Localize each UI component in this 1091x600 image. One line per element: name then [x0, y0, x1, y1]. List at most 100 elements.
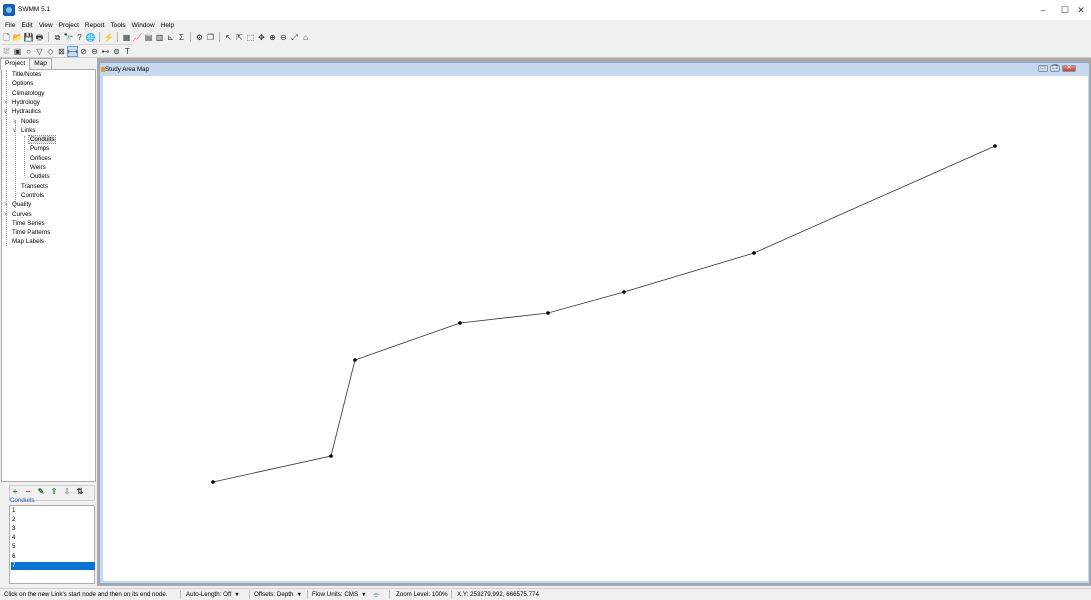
tree-item-climatology[interactable]: Climatology	[4, 90, 45, 98]
list-item[interactable]: 7	[11, 561, 95, 570]
map-close-button[interactable]: ✕	[1062, 65, 1076, 72]
tree-item-transects[interactable]: Transects	[13, 183, 49, 191]
map-restore-button[interactable]: ❐	[1050, 65, 1060, 72]
conduit-polyline[interactable]	[212, 145, 996, 483]
tree-item-links[interactable]: v Links	[13, 127, 36, 135]
open-icon[interactable]: 📂	[13, 33, 23, 42]
list-item[interactable]: 4	[11, 534, 95, 542]
options-icon[interactable]: ⚙	[195, 33, 204, 42]
copy-icon[interactable]: ⧉	[53, 33, 62, 42]
list-item[interactable]: 2	[11, 516, 95, 524]
tree-item-hydraulics[interactable]: v Hydraulics	[4, 108, 42, 116]
pump-icon[interactable]: ⊘	[79, 47, 88, 56]
list-item[interactable]: 1	[11, 507, 95, 515]
list-item[interactable]: 5	[11, 543, 95, 551]
pan-icon[interactable]: ✥	[257, 33, 266, 42]
node-point[interactable]	[752, 251, 756, 255]
subcatchment-icon[interactable]: ▣	[13, 47, 22, 56]
menu-project[interactable]: Project	[56, 20, 82, 31]
list-item[interactable]: 6	[11, 553, 95, 561]
select-icon[interactable]: ↖	[224, 33, 233, 42]
delete-object-icon[interactable]: −	[23, 487, 33, 497]
tree-item-quality[interactable]: > Quality	[4, 201, 32, 209]
orifice-icon[interactable]: ⊖	[90, 47, 99, 56]
node-point[interactable]	[353, 358, 357, 362]
edit-object-icon[interactable]: ✎	[36, 487, 46, 497]
menu-tools[interactable]: Tools	[107, 20, 128, 31]
table-icon[interactable]: ▦	[122, 33, 131, 42]
measure-icon[interactable]: ⌂	[301, 33, 310, 42]
tree-item-time-series[interactable]: Time Series	[4, 220, 46, 228]
flow-units-dropdown[interactable]: Flow Units: CMS ▼	[312, 590, 367, 600]
profile2-icon[interactable]: ▥	[155, 33, 164, 42]
add-object-icon[interactable]: +	[10, 487, 20, 497]
tree-item-nodes[interactable]: > Nodes	[13, 118, 40, 126]
zoom-out-icon[interactable]: ⊖	[279, 33, 288, 42]
map-minimize-button[interactable]: ▭	[1038, 65, 1048, 72]
tree-item-orifices[interactable]: Orifices	[22, 155, 52, 163]
node-point[interactable]	[993, 144, 997, 148]
tree-item-outlets[interactable]: Outlets	[22, 173, 51, 181]
node-point[interactable]	[622, 290, 626, 294]
full-extent-icon[interactable]: ⤢	[290, 33, 299, 42]
print-icon[interactable]: 🖶	[35, 33, 44, 42]
menu-view[interactable]: View	[36, 20, 56, 31]
profile-icon[interactable]: ▤	[144, 33, 153, 42]
tree-item-conduits[interactable]: Conduits	[22, 135, 57, 145]
tree-item-label: Pumps	[30, 145, 50, 153]
tab-map[interactable]: Map	[29, 58, 52, 69]
tree-item-controls[interactable]: Controls	[13, 192, 45, 200]
tree-item-time-patterns[interactable]: Time Patterns	[4, 229, 51, 237]
close-button[interactable]: ✕	[1069, 3, 1091, 17]
storage-icon[interactable]: ⊠	[57, 47, 66, 56]
menu-file[interactable]: File	[2, 20, 18, 31]
scatter-icon[interactable]: ⊾	[166, 33, 175, 42]
divider-icon[interactable]: ◇	[46, 47, 55, 56]
save-icon[interactable]: 💾	[24, 33, 34, 42]
tree-item-hydrology[interactable]: > Hydrology	[4, 99, 41, 107]
object-list[interactable]: 12345 67	[9, 505, 95, 584]
new-icon[interactable]: 🗋	[2, 33, 11, 42]
windows-icon[interactable]: ❐	[206, 33, 215, 42]
tree-item-weirs[interactable]: Weirs	[22, 164, 47, 172]
weir-icon[interactable]: ⊷	[101, 47, 110, 56]
globe-icon[interactable]: 🌐	[86, 33, 96, 42]
menu-report[interactable]: Report	[82, 20, 108, 31]
tree-item-map-labels[interactable]: Map Labels	[4, 238, 45, 246]
outfall-icon[interactable]: ▽	[35, 47, 44, 56]
menu-help[interactable]: Help	[158, 20, 177, 31]
tree-item-title-notes[interactable]: Title/Notes	[4, 71, 42, 79]
outlet-icon[interactable]: ⊜	[112, 47, 121, 56]
project-tree[interactable]: Title/Notes Options Climatology > Hydrology v…	[1, 69, 96, 482]
sort-icon[interactable]: ⇅	[75, 487, 85, 497]
tab-project[interactable]: Project	[0, 58, 31, 70]
vertex-icon[interactable]: ⇱	[235, 33, 244, 42]
map-canvas[interactable]	[103, 76, 1088, 581]
label-icon[interactable]: T	[123, 47, 132, 56]
menu-edit[interactable]: Edit	[18, 20, 35, 31]
auto-length-dropdown[interactable]: Auto-Length: Off ▼	[186, 590, 240, 600]
conduit-icon[interactable]: ⟷	[67, 45, 78, 57]
tree-item-curves[interactable]: > Curves	[4, 211, 33, 219]
move-down-icon[interactable]: ⇩	[62, 487, 72, 497]
move-up-icon[interactable]: ⇧	[49, 487, 59, 497]
node-point[interactable]	[211, 480, 215, 484]
tree-item-pumps[interactable]: Pumps	[22, 145, 50, 153]
node-point[interactable]	[546, 311, 550, 315]
run-icon[interactable]: ⚡	[104, 33, 114, 42]
zoom-in-icon[interactable]: ⊕	[268, 33, 277, 42]
stats-icon[interactable]: Σ	[177, 33, 186, 42]
region-icon[interactable]: ⬚	[246, 33, 255, 42]
node-point[interactable]	[329, 454, 333, 458]
graph-icon[interactable]: 📈	[133, 33, 143, 42]
junction-icon[interactable]: ○	[24, 47, 33, 56]
offsets-dropdown[interactable]: Offsets: Depth ▼	[254, 590, 302, 600]
node-point[interactable]	[458, 321, 462, 325]
rain-gage-icon[interactable]: ⛆	[2, 47, 11, 56]
query-icon[interactable]: ?	[75, 33, 84, 42]
minimize-button[interactable]: –	[1031, 3, 1055, 17]
find-icon[interactable]: 🔭	[64, 33, 74, 42]
tree-item-options[interactable]: Options	[4, 80, 34, 88]
menu-window[interactable]: Window	[129, 20, 158, 31]
list-item[interactable]: 3	[11, 525, 95, 533]
